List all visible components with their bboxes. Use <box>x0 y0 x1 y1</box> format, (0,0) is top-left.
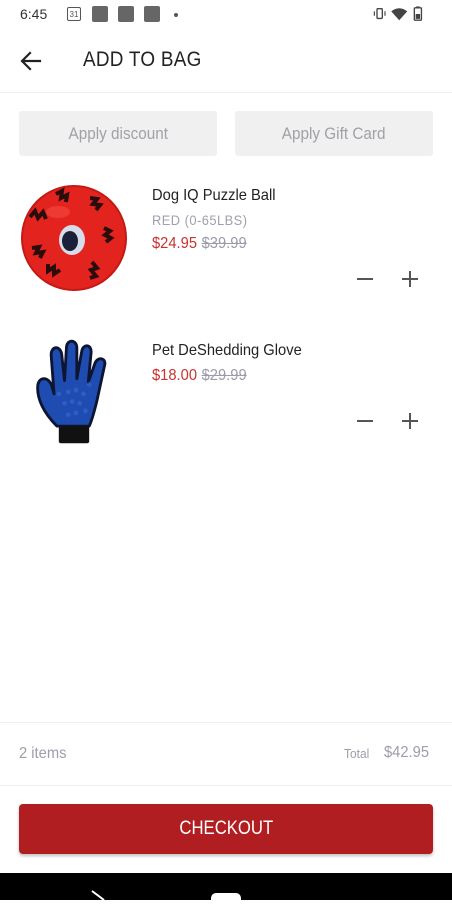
sale-price: $18.00 <box>152 367 198 384</box>
apply-gift-card-button[interactable]: Apply Gift Card <box>235 111 433 156</box>
wifi-icon <box>391 8 408 21</box>
item-name: Pet DeShedding Glove <box>152 342 302 359</box>
decrease-quantity-icon[interactable] <box>352 266 378 292</box>
status-bar: 6:45 31 <box>0 0 452 30</box>
original-price: $29.99 <box>201 367 247 384</box>
notification-icon <box>118 6 134 22</box>
divider <box>0 722 452 723</box>
total-label: Total <box>344 746 370 761</box>
nav-buttons <box>91 890 241 905</box>
product-image-deshedding-glove[interactable] <box>20 335 128 447</box>
app-bar: ADD TO BAG <box>0 30 452 93</box>
apply-discount-button[interactable]: Apply discount <box>19 111 217 156</box>
checkout-button[interactable]: CHECKOUT <box>19 804 433 854</box>
item-count: 2 items <box>19 745 67 762</box>
vibrate-icon <box>373 7 386 20</box>
calendar-icon: 31 <box>67 7 81 21</box>
item-price: $18.00 $29.99 <box>152 367 247 385</box>
decrease-quantity-icon[interactable] <box>352 408 378 434</box>
increase-quantity-icon[interactable] <box>397 408 423 434</box>
system-navigation-bar <box>0 873 452 905</box>
nav-back-icon <box>91 890 105 901</box>
product-image-puzzle-ball[interactable] <box>20 182 128 294</box>
item-price: $24.95 $39.99 <box>152 235 247 253</box>
increase-quantity-icon[interactable] <box>397 266 423 292</box>
notification-icon <box>92 6 108 22</box>
more-notifications-icon <box>174 13 178 17</box>
status-time: 6:45 <box>20 6 48 22</box>
nav-home-icon <box>211 893 241 905</box>
system-icons <box>373 6 423 21</box>
apply-discount-label: Apply discount <box>68 124 168 143</box>
apply-gift-card-label: Apply Gift Card <box>282 124 386 143</box>
total-value: $42.95 <box>384 744 430 761</box>
back-arrow-icon[interactable] <box>18 48 44 74</box>
page-title: ADD TO BAG <box>83 48 202 71</box>
original-price: $39.99 <box>201 235 247 252</box>
divider <box>0 785 452 786</box>
item-variant: RED (0-65LBS) <box>152 212 248 228</box>
sale-price: $24.95 <box>152 235 198 252</box>
notification-icon <box>144 6 160 22</box>
checkout-label: CHECKOUT <box>179 818 273 839</box>
battery-icon <box>413 6 423 21</box>
item-name: Dog IQ Puzzle Ball <box>152 187 276 204</box>
